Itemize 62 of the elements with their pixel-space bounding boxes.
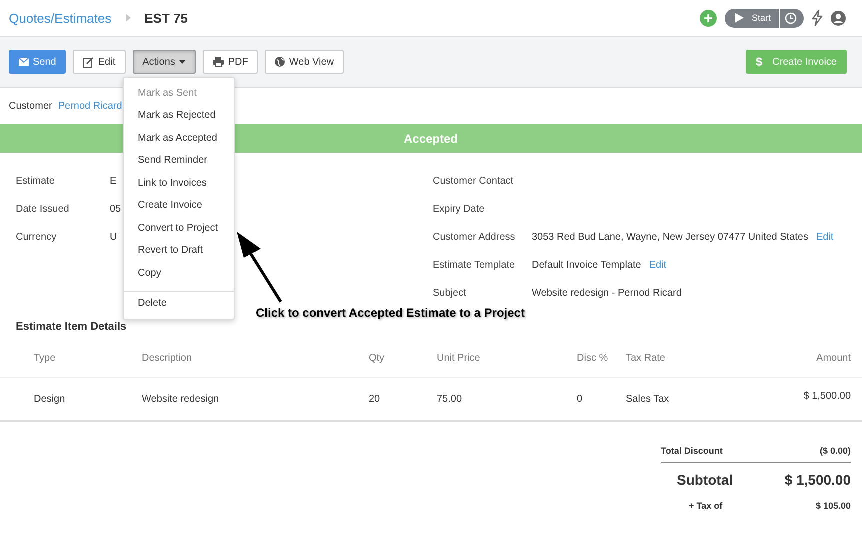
globe-icon [275, 57, 286, 67]
table-cell-text: Design [34, 394, 66, 404]
chevron-icon [126, 14, 131, 22]
menu-item[interactable]: Revert to Draft [124, 240, 234, 262]
toolbar-button[interactable]: Edit [73, 50, 126, 74]
table-cell-text: Website redesign [142, 394, 220, 404]
menu-item[interactable]: Copy [124, 262, 234, 284]
total-value: ($ 0.00) [820, 446, 851, 456]
total-value: $ 105.00 [816, 501, 851, 511]
user-icon[interactable] [831, 10, 846, 26]
field-label: Customer Contact [433, 176, 515, 186]
menu-item[interactable]: Create Invoice [124, 194, 234, 217]
total-value: $ 1,500.00 [784, 472, 851, 488]
field-value: Default Invoice Template [532, 260, 642, 270]
section-title: Estimate Item Details [15, 320, 128, 335]
caret-icon [179, 60, 186, 64]
table-cell-text: Sales Tax [626, 394, 670, 404]
customer-link[interactable]: Pernod Ricard [58, 100, 122, 112]
column-header: Tax Rate [626, 352, 666, 364]
menu-item[interactable]: Mark as Accepted [124, 127, 234, 150]
field-label: Currency [16, 232, 58, 242]
field-value: 05 [110, 204, 122, 214]
page-title: EST 75 [144, 10, 188, 26]
table-cell-text: 75.00 [437, 394, 464, 404]
field-label: Customer Address [433, 232, 516, 242]
toolbar-button[interactable]: Web View [265, 50, 344, 74]
column-header: Amount [816, 352, 851, 364]
field-value: Website redesign - Pernod Ricard [532, 288, 682, 298]
total-label: + Tax of [689, 501, 723, 511]
field-label: Expiry Date [433, 204, 486, 214]
total-label: Total Discount [661, 446, 723, 456]
field-label: Estimate [16, 176, 56, 186]
annotation-text: Click to convert Accepted Estimate to a Project [256, 306, 525, 320]
column-header: Qty [369, 352, 386, 364]
table-cell-text: 0 [577, 394, 584, 404]
menu-item[interactable]: Delete [124, 292, 234, 315]
field-label: Date Issued [16, 204, 70, 214]
edit-icon [83, 56, 94, 68]
toolbar-button[interactable]: PDF [203, 50, 258, 74]
table-cell-text: 20 [369, 394, 382, 404]
menu-item[interactable]: Mark as Rejected [124, 104, 234, 127]
field-value: 3053 Red Bud Lane, Wayne, New Jersey 07477 United States [532, 232, 808, 242]
field-value: E [110, 176, 117, 186]
printer-icon [213, 57, 224, 67]
total-label: Subtotal [677, 472, 733, 488]
field-label: Subject [433, 288, 468, 298]
menu-item[interactable]: Convert to Project [124, 217, 234, 240]
customer-label: Customer [9, 100, 52, 112]
column-header: Unit Price [437, 352, 482, 364]
menu-item[interactable]: Link to Invoices [124, 172, 234, 194]
envelope-icon [19, 58, 29, 66]
annotation-arrow [237, 232, 282, 303]
table-cell-text: $ 1,500.00 [802, 390, 851, 402]
bolt-icon[interactable] [812, 10, 823, 26]
play-icon [734, 13, 744, 23]
column-header: Disc % [577, 352, 610, 364]
field-label: Estimate Template [433, 260, 516, 270]
menu-item[interactable]: Send Reminder [124, 150, 234, 172]
column-header: Description [142, 352, 194, 364]
column-header: Type [34, 352, 57, 364]
toolbar-button[interactable]: Actions [132, 50, 196, 74]
field-value: U [110, 232, 118, 242]
